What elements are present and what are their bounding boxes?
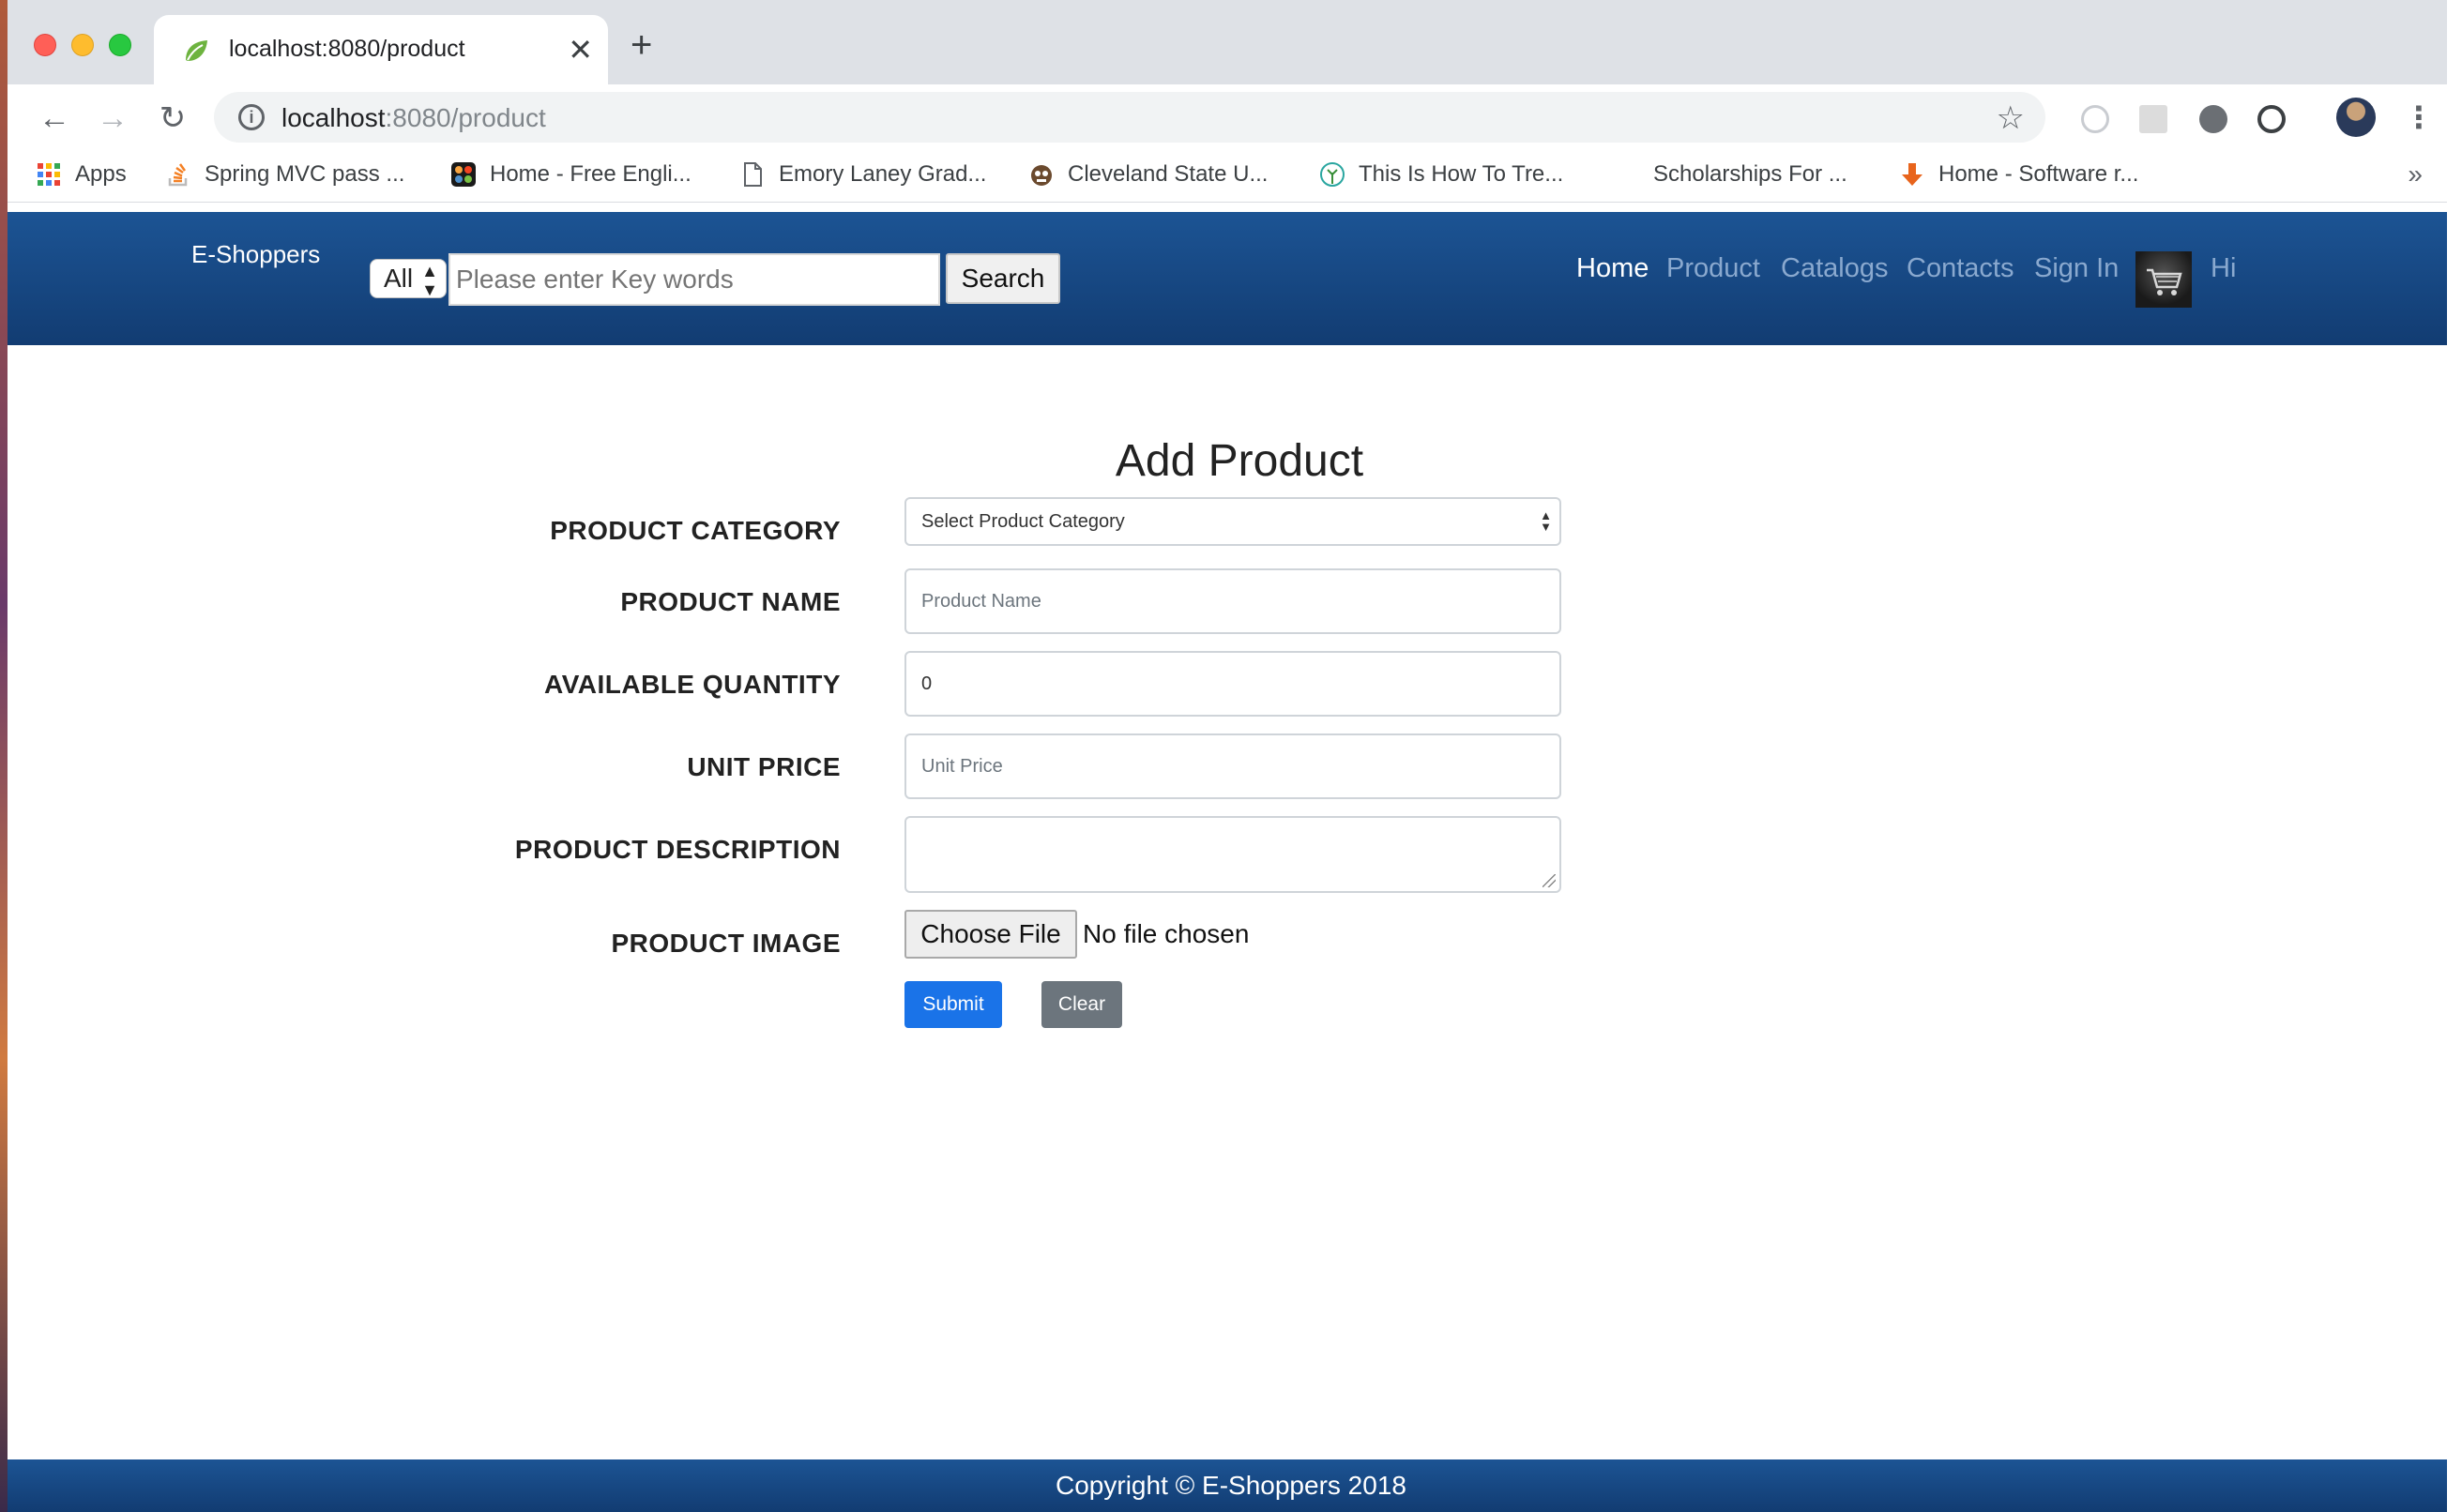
- apps-grid-icon: [38, 163, 60, 186]
- browser-window: localhost:8080/product ✕ + ← → ↻ i local…: [8, 0, 2454, 1512]
- nav-catalogs[interactable]: Catalogs: [1781, 253, 1888, 284]
- document-icon: [744, 162, 762, 187]
- site-header: E-Shoppers All ▲ ▼ Please enter Key words…: [8, 212, 2454, 345]
- bookmark-free-english[interactable]: Home - Free Engli...: [450, 161, 691, 188]
- stackoverflow-icon: [168, 163, 188, 187]
- bookmark-this-is-how[interactable]: This Is How To Tre...: [1319, 161, 1563, 188]
- maximize-window-button[interactable]: [109, 34, 131, 56]
- clear-button[interactable]: Clear: [1041, 981, 1122, 1028]
- bookmark-label: Emory Laney Grad...: [779, 161, 987, 187]
- bookmark-label: Spring MVC pass ...: [205, 161, 405, 187]
- bookmark-apps[interactable]: Apps: [36, 161, 127, 188]
- description-label: PRODUCT DESCRIPTION: [514, 835, 841, 864]
- site-brand[interactable]: E-Shoppers: [191, 240, 320, 269]
- bookmark-star-icon[interactable]: ☆: [1997, 99, 2025, 137]
- site-footer: Copyright © E-Shoppers 2018: [8, 1459, 2454, 1512]
- sync-icon[interactable]: [2257, 105, 2286, 133]
- profile-avatar[interactable]: [2336, 98, 2376, 137]
- product-name-label: PRODUCT NAME: [620, 587, 841, 616]
- tab-title: localhost:8080/product: [229, 36, 465, 62]
- product-name-input[interactable]: Product Name: [904, 568, 1561, 634]
- extension-icon[interactable]: [2139, 105, 2167, 133]
- close-window-button[interactable]: [34, 34, 56, 56]
- quantity-input[interactable]: 0: [904, 651, 1561, 717]
- category-select[interactable]: Select Product Category ▲ ▼: [904, 497, 1561, 546]
- bookmark-spring-mvc[interactable]: Spring MVC pass ...: [165, 161, 404, 188]
- copyright-text: Copyright © E-Shoppers 2018: [1056, 1471, 1406, 1500]
- mascot-icon: [1031, 165, 1052, 186]
- bookmark-label: Apps: [75, 161, 127, 187]
- unit-price-label: UNIT PRICE: [687, 752, 841, 781]
- bookmark-label: Cleveland State U...: [1068, 161, 1269, 187]
- desktop-background: [0, 0, 8, 1512]
- down-arrow-icon: [1902, 163, 1922, 186]
- joomla-icon: [451, 162, 476, 187]
- tab-close-icon[interactable]: ✕: [568, 32, 593, 68]
- minimize-window-button[interactable]: [71, 34, 94, 56]
- reload-icon[interactable]: ↻: [154, 99, 191, 137]
- bookmark-label: Home - Free Engli...: [490, 161, 691, 187]
- resize-handle-icon[interactable]: [1543, 874, 1556, 887]
- unit-price-input[interactable]: Unit Price: [904, 733, 1561, 799]
- cart-icon[interactable]: [2135, 251, 2192, 308]
- nav-product[interactable]: Product: [1666, 253, 1760, 284]
- select-arrows-icon: ▲ ▼: [1540, 508, 1552, 534]
- address-bar[interactable]: i localhost:8080/product ☆: [214, 92, 2045, 143]
- url-text: localhost:8080/product: [281, 103, 546, 132]
- description-textarea[interactable]: [904, 816, 1561, 893]
- category-label: PRODUCT CATEGORY: [550, 516, 841, 545]
- bookmark-scholarships[interactable]: Scholarships For ...: [1653, 161, 1847, 188]
- search-category-select[interactable]: All ▲ ▼: [370, 259, 447, 299]
- bookmark-label: This Is How To Tre...: [1359, 161, 1564, 187]
- back-arrow-icon[interactable]: ←: [36, 99, 73, 137]
- bookmark-label: Home - Software r...: [1938, 161, 2139, 187]
- quantity-label: AVAILABLE QUANTITY: [544, 670, 841, 699]
- file-status-text: No file chosen: [1083, 919, 1250, 948]
- select-arrows-icon: ▲ ▼: [421, 262, 438, 299]
- search-input[interactable]: Please enter Key words: [448, 253, 940, 306]
- submit-button[interactable]: Submit: [904, 981, 1002, 1028]
- menu-icon[interactable]: ⋮: [2404, 99, 2434, 135]
- desktop-background-right: [2447, 0, 2462, 1512]
- react-devtools-icon[interactable]: [2081, 105, 2109, 133]
- nav-contacts[interactable]: Contacts: [1907, 253, 2014, 284]
- extension-chat-icon[interactable]: [2199, 105, 2227, 133]
- search-button[interactable]: Search: [946, 253, 1060, 304]
- bookmark-cleveland-state[interactable]: Cleveland State U...: [1028, 161, 1268, 188]
- info-icon[interactable]: i: [238, 104, 265, 130]
- new-tab-icon[interactable]: +: [631, 26, 652, 64]
- nav-greeting: Hi: [2211, 253, 2237, 283]
- forward-arrow-icon[interactable]: →: [94, 99, 131, 137]
- browser-tab[interactable]: localhost:8080/product ✕: [154, 15, 608, 84]
- shopping-cart-icon: [2147, 268, 2182, 295]
- browser-toolbar: ← → ↻ i localhost:8080/product ☆ ⋮: [8, 84, 2454, 150]
- tab-strip: localhost:8080/product ✕ +: [8, 0, 2454, 84]
- page-title: Add Product: [1115, 436, 1364, 486]
- bookmarks-overflow-icon[interactable]: »: [2408, 159, 2423, 189]
- image-label: PRODUCT IMAGE: [611, 929, 841, 958]
- bookmark-label: Scholarships For ...: [1653, 161, 1847, 187]
- spring-leaf-icon: [186, 40, 207, 61]
- bookmark-software[interactable]: Home - Software r...: [1899, 161, 2138, 188]
- choose-file-button[interactable]: Choose File: [904, 910, 1077, 959]
- bookmarks-bar: Apps Spring MVC pass ... Home - Free Eng…: [8, 150, 2454, 203]
- bookmark-emory-laney[interactable]: Emory Laney Grad...: [739, 161, 986, 188]
- nav-home[interactable]: Home: [1576, 253, 1649, 284]
- tree-icon: [1320, 162, 1345, 187]
- nav-sign-in[interactable]: Sign In: [2034, 253, 2119, 284]
